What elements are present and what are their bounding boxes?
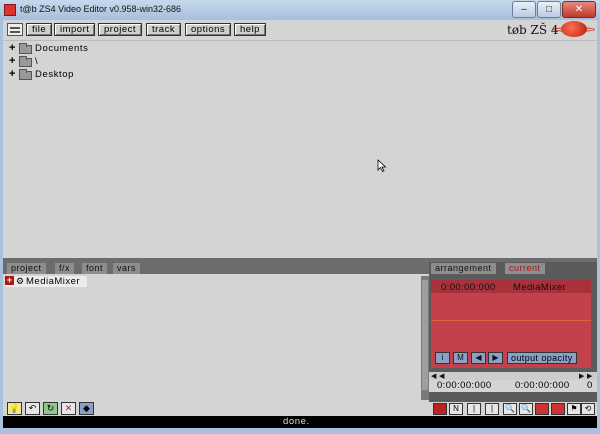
mouse-pointer-icon [377,159,387,173]
prev-keyframe-button[interactable]: ◀ [471,352,486,364]
refresh-icon[interactable]: ↻ [43,402,58,415]
scroll-left-icon[interactable]: ◀ [431,373,436,380]
mediamixer-label: MediaMixer [26,276,81,287]
tab-font[interactable]: font [82,263,108,274]
zoom-in-icon[interactable]: 🔍 [503,403,517,415]
split-button[interactable]: N [449,403,463,415]
logo-planet-icon [561,21,587,37]
menu-help[interactable]: help [234,23,266,36]
timeline-header: 0:00:00:000 MediaMixer [431,280,591,293]
minimize-button[interactable]: – [512,1,536,18]
gear-icon: ⚙ [16,276,25,286]
timeline-time: 0:00:00:000 [441,282,496,293]
timeline-curve [431,320,591,321]
scrollbar-thumb[interactable] [422,280,428,390]
info-button[interactable]: i [435,352,450,364]
tip-icon[interactable]: 💡 [7,402,22,415]
play-button[interactable] [535,403,549,415]
time-range: 0:00:00:000 0:00:00:000 0 [429,380,597,392]
logo-text: tøb ZŠ 4 [507,23,559,37]
menu-project[interactable]: project [98,23,143,36]
time-extra: 0 [587,380,593,391]
mediamixer-item[interactable]: + ⚙ MediaMixer [5,276,87,287]
tab-fx[interactable]: f/x [55,263,75,274]
menu-import[interactable]: import [54,23,96,36]
file-browser[interactable]: + Documents + \ + Desktop [3,40,597,278]
timeline-tools: i M ◀ ▶ output opacity [435,352,591,365]
menu-options[interactable]: options [185,23,232,36]
undo-icon[interactable]: ↶ [25,402,40,415]
title-bar[interactable]: t@b ZS4 Video Editor v0.958-win32-686 – … [0,0,600,20]
arrangement-panel: arrangement current 0:00:00:000 MediaMix… [429,262,597,402]
tab-vars[interactable]: vars [113,263,141,274]
expand-icon[interactable]: + [5,276,14,285]
zoom-out-icon[interactable]: 🔍 [519,403,533,415]
tree-item-label: \ [35,56,39,67]
timeline-scrollbar[interactable]: ◀ ◀ ▶ ▶ [429,372,597,380]
mark-in-button[interactable]: | [467,403,481,415]
tree-item-label: Desktop [35,69,75,80]
flag-icon[interactable]: ⚑ [567,403,581,415]
delete-icon[interactable]: ✕ [61,402,76,415]
record-button[interactable] [433,403,447,415]
folder-icon [19,43,32,54]
settings-icon[interactable]: ◆ [79,402,94,415]
time-start: 0:00:00:000 [437,380,492,391]
close-button[interactable]: ✕ [562,1,596,18]
scroll-left-end-icon[interactable]: ◀ [439,373,444,380]
project-panel: project f/x font vars + ⚙ MediaMixer [3,262,429,400]
tab-project[interactable]: project [7,263,46,274]
time-end: 0:00:00:000 [515,380,570,391]
app-logo: tøb ZŠ 4 [503,21,595,39]
scroll-right-end-icon[interactable]: ▶ [587,373,592,380]
output-opacity-button[interactable]: output opacity [507,352,577,364]
vertical-scrollbar[interactable] [421,276,429,400]
transport-toolbar: N | | 🔍 🔍 ⚑ ⟲ [429,402,597,416]
menu-bar: file import project track options help t… [3,20,597,40]
expand-icon[interactable]: + [9,43,17,54]
app-window: t@b ZS4 Video Editor v0.958-win32-686 – … [0,0,600,434]
timeline-area[interactable]: 0:00:00:000 MediaMixer i M ◀ ▶ output op… [431,280,591,368]
status-text: done. [283,416,310,427]
tab-current[interactable]: current [505,263,545,274]
next-keyframe-button[interactable]: ▶ [488,352,503,364]
tree-item-label: Documents [35,43,89,54]
menu-file[interactable]: file [26,23,53,36]
loop-icon[interactable]: ⟲ [581,403,595,415]
mark-out-button[interactable]: | [485,403,499,415]
editor-area: file import project track options help t… [3,20,597,428]
mode-button[interactable]: M [453,352,468,364]
menu-track[interactable]: track [146,23,182,36]
status-bar: done. [3,416,597,428]
maximize-button[interactable]: □ [537,1,561,18]
project-tabs: project f/x font vars [3,262,429,274]
folder-icon [19,69,32,80]
expand-icon[interactable]: + [9,56,17,67]
window-title: t@b ZS4 Video Editor v0.958-win32-686 [20,4,182,14]
folder-icon [19,56,32,67]
expand-icon[interactable]: + [9,69,17,80]
app-icon [4,4,16,16]
stop-button[interactable] [551,403,565,415]
tab-arrangement[interactable]: arrangement [431,263,496,274]
timeline-track-name: MediaMixer [513,282,567,293]
scroll-right-icon[interactable]: ▶ [579,373,584,380]
bottom-toolbar: 💡 ↶ ↻ ✕ ◆ [3,400,429,416]
menu-grip-icon[interactable] [7,23,23,36]
